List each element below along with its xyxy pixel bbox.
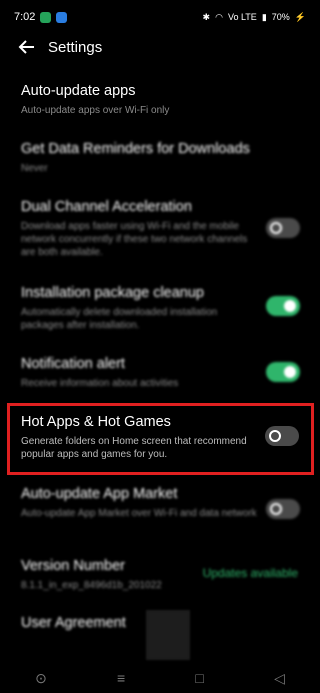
setting-title: Dual Channel Acceleration xyxy=(21,199,192,215)
setting-desc: Auto-update apps over Wi-Fi only xyxy=(21,105,170,116)
setting-desc: Auto-update App Market over Wi-Fi and da… xyxy=(21,508,257,519)
accessibility-icon[interactable]: ⊙ xyxy=(35,670,47,687)
package-cleanup-toggle[interactable] xyxy=(266,296,300,316)
wifi-icon: ◠ xyxy=(215,11,223,22)
status-right: ✱ ◠ Vo LTE ▮ 70% ⚡ xyxy=(203,12,306,23)
back-button[interactable] xyxy=(18,36,40,58)
app-notification-icon xyxy=(40,11,52,23)
setting-auto-update-apps[interactable]: Auto-update apps Auto-update apps over W… xyxy=(21,82,320,117)
setting-title: Get Data Reminders for Downloads xyxy=(21,141,250,157)
menu-icon[interactable]: ≡ xyxy=(117,670,125,686)
signal-icon: ▮ xyxy=(261,11,267,22)
status-bar: 7:02 ✱ ◠ Vo LTE ▮ 70% ⚡ xyxy=(0,0,320,34)
watermark-logo xyxy=(146,610,190,660)
setting-desc: 8.1.1_in_exp_8496d1b_201022 xyxy=(21,580,162,591)
bluetooth-icon: ✱ xyxy=(202,11,211,22)
arrow-left-icon xyxy=(18,40,34,54)
setting-desc: Download apps faster using Wi-Fi and the… xyxy=(21,221,248,258)
home-icon[interactable]: □ xyxy=(195,670,203,686)
setting-desc: Never xyxy=(21,163,48,174)
setting-desc: Generate folders on Home screen that rec… xyxy=(21,436,247,460)
bluetooth-notification-icon xyxy=(56,11,68,23)
auto-update-market-toggle[interactable] xyxy=(266,499,300,519)
setting-desc: Receive information about activities xyxy=(21,378,179,389)
battery-icon: ⚡ xyxy=(294,11,306,22)
app-header: Settings xyxy=(0,34,320,60)
setting-data-reminders[interactable]: Get Data Reminders for Downloads Never xyxy=(21,140,320,175)
back-nav-icon[interactable]: ◁ xyxy=(274,670,285,687)
setting-desc: Automatically delete downloaded installa… xyxy=(21,307,218,331)
updates-available-link[interactable]: Updates available xyxy=(203,566,298,580)
navigation-bar: ⊙ ≡ □ ◁ xyxy=(0,663,320,693)
notification-alert-toggle[interactable] xyxy=(266,362,300,382)
page-title: Settings xyxy=(48,38,103,56)
setting-title: Auto-update apps xyxy=(21,83,136,99)
signal-text: Vo LTE xyxy=(227,12,257,22)
status-time: 7:02 xyxy=(14,11,36,23)
dual-channel-toggle[interactable] xyxy=(266,218,300,238)
hot-apps-toggle[interactable] xyxy=(265,426,299,446)
battery-percent: 70% xyxy=(271,12,290,22)
